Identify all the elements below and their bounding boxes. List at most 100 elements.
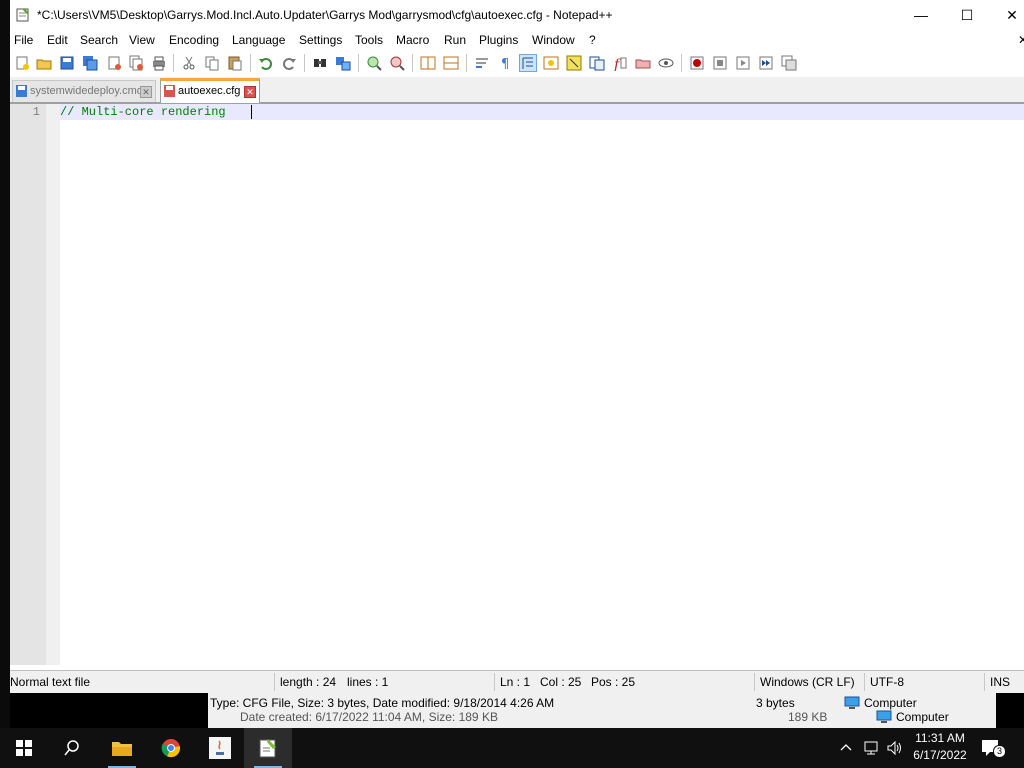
system-clock[interactable]: 11:31 AM 6/17/2022 xyxy=(905,730,975,764)
menu-language[interactable]: Language xyxy=(232,33,285,47)
folder-icon xyxy=(112,742,132,756)
status-eol[interactable]: Windows (CR LF) xyxy=(760,675,855,689)
record-macro-icon[interactable] xyxy=(689,55,705,71)
udl-icon[interactable] xyxy=(543,55,559,71)
computer-icon xyxy=(844,696,860,709)
toolbar-separator xyxy=(173,54,174,72)
copy-icon[interactable] xyxy=(204,55,220,71)
sync-horizontal-icon[interactable] xyxy=(443,55,459,71)
unsaved-file-icon xyxy=(164,85,175,97)
play-macro-icon[interactable] xyxy=(735,55,751,71)
menu-settings[interactable]: Settings xyxy=(299,33,342,47)
indent-guide-icon[interactable] xyxy=(519,54,537,72)
stop-macro-icon[interactable] xyxy=(712,55,728,71)
zoom-in-icon[interactable] xyxy=(366,55,382,71)
status-pos: Pos : 25 xyxy=(591,675,636,689)
tab-systemwidedeploy[interactable]: systemwidedeploy.cmd ✕ xyxy=(12,80,156,102)
status-col: Col : 25 xyxy=(540,675,582,689)
tab-close-icon[interactable]: ✕ xyxy=(140,86,152,98)
tab-autoexec[interactable]: autoexec.cfg ✕ xyxy=(160,78,260,104)
desktop-background xyxy=(0,0,10,728)
menu-tools[interactable]: Tools xyxy=(355,33,383,47)
run-macro-multiple-icon[interactable] xyxy=(758,55,774,71)
text-caret xyxy=(251,105,252,119)
status-insert-mode: INS xyxy=(990,675,1011,689)
text-editor[interactable]: 1 // Multi-core rendering xyxy=(10,103,1024,665)
menu-search[interactable]: Search xyxy=(80,33,118,47)
toolbar-separator xyxy=(681,54,682,72)
function-list-icon[interactable] xyxy=(589,55,605,71)
file-info-tooltip: Type: CFG File, Size: 3 bytes, Date modi… xyxy=(210,696,555,710)
menu-encoding[interactable]: Encoding xyxy=(169,33,219,47)
monitoring-eye-icon[interactable] xyxy=(658,55,674,71)
paste-icon[interactable] xyxy=(227,55,243,71)
save-all-icon[interactable] xyxy=(82,55,98,71)
replace-icon[interactable] xyxy=(335,55,351,71)
clock-date: 6/17/2022 xyxy=(913,748,967,762)
menu-run[interactable]: Run xyxy=(444,33,466,47)
search-icon xyxy=(64,740,79,756)
file-size-value: 3 bytes xyxy=(756,696,795,710)
action-center-button[interactable]: 3 xyxy=(980,738,1006,758)
tab-close-icon[interactable]: ✕ xyxy=(244,86,256,98)
save-icon[interactable] xyxy=(59,55,75,71)
open-file-icon[interactable] xyxy=(36,55,52,71)
menu-file[interactable]: File xyxy=(14,33,33,47)
sync-vertical-icon[interactable] xyxy=(420,55,436,71)
cut-icon[interactable] xyxy=(181,55,197,71)
project-folder-icon[interactable] xyxy=(635,55,651,71)
tab-label: systemwidedeploy.cmd xyxy=(30,85,143,97)
undo-icon[interactable] xyxy=(258,55,274,71)
taskbar: 11:31 AM 6/17/2022 3 xyxy=(0,728,1024,768)
taskbar-chrome[interactable] xyxy=(147,728,195,768)
close-file-icon[interactable] xyxy=(106,55,122,71)
zoom-out-icon[interactable] xyxy=(389,55,405,71)
search-button[interactable] xyxy=(48,728,96,768)
maximize-button[interactable]: ☐ xyxy=(944,0,990,30)
saved-file-icon xyxy=(16,85,27,97)
toolbar: ¶ f xyxy=(10,51,1024,76)
save-macro-icon[interactable] xyxy=(781,55,797,71)
volume-icon[interactable] xyxy=(886,740,904,756)
taskbar-file-explorer[interactable] xyxy=(98,728,146,768)
toolbar-separator xyxy=(250,54,251,72)
close-all-icon[interactable] xyxy=(128,55,144,71)
location-computer-2: Computer xyxy=(896,710,949,724)
menu-close-doc-button[interactable]: ✕ xyxy=(1018,33,1024,47)
status-encoding[interactable]: UTF-8 xyxy=(870,675,904,689)
notepadpp-window: *C:\Users\VM5\Desktop\Garrys.Mod.Incl.Au… xyxy=(10,0,1024,693)
word-wrap-icon[interactable] xyxy=(474,55,490,71)
location-computer: Computer xyxy=(864,696,917,710)
explorer-details-strip: Type: CFG File, Size: 3 bytes, Date modi… xyxy=(208,692,996,728)
show-all-chars-icon[interactable]: ¶ xyxy=(497,55,513,71)
document-tab-bar: systemwidedeploy.cmd ✕ autoexec.cfg ✕ xyxy=(10,77,1024,104)
menu-window[interactable]: Window xyxy=(532,33,575,47)
find-icon[interactable] xyxy=(312,55,328,71)
menu-edit[interactable]: Edit xyxy=(47,33,68,47)
print-icon[interactable] xyxy=(151,55,167,71)
svg-text:¶: ¶ xyxy=(501,57,509,71)
menu-view[interactable]: View xyxy=(129,33,155,47)
new-file-icon[interactable] xyxy=(14,55,30,71)
code-line[interactable]: // Multi-core rendering xyxy=(60,105,233,119)
menu-help[interactable]: ? xyxy=(589,33,596,47)
start-button[interactable] xyxy=(0,728,48,768)
taskbar-notepadpp[interactable] xyxy=(244,728,292,768)
status-length: length : 24 xyxy=(280,675,337,689)
notepadpp-icon xyxy=(259,739,276,758)
close-button[interactable]: ✕ xyxy=(989,0,1024,30)
taskbar-java-app[interactable] xyxy=(196,728,244,768)
title-bar[interactable]: *C:\Users\VM5\Desktop\Garrys.Mod.Incl.Au… xyxy=(10,0,1024,30)
menu-plugins[interactable]: Plugins xyxy=(479,33,518,47)
line-number: 1 xyxy=(32,105,40,119)
minimize-button[interactable]: — xyxy=(898,0,944,30)
status-divider xyxy=(274,673,275,691)
document-map-icon[interactable] xyxy=(566,55,582,71)
folder-as-workspace-icon[interactable]: f xyxy=(612,55,628,71)
menu-macro[interactable]: Macro xyxy=(396,33,429,47)
fold-margin[interactable] xyxy=(46,104,60,665)
chevron-up-icon[interactable] xyxy=(840,742,852,752)
redo-icon[interactable] xyxy=(281,55,297,71)
network-icon[interactable] xyxy=(862,740,880,756)
status-divider xyxy=(864,673,865,691)
